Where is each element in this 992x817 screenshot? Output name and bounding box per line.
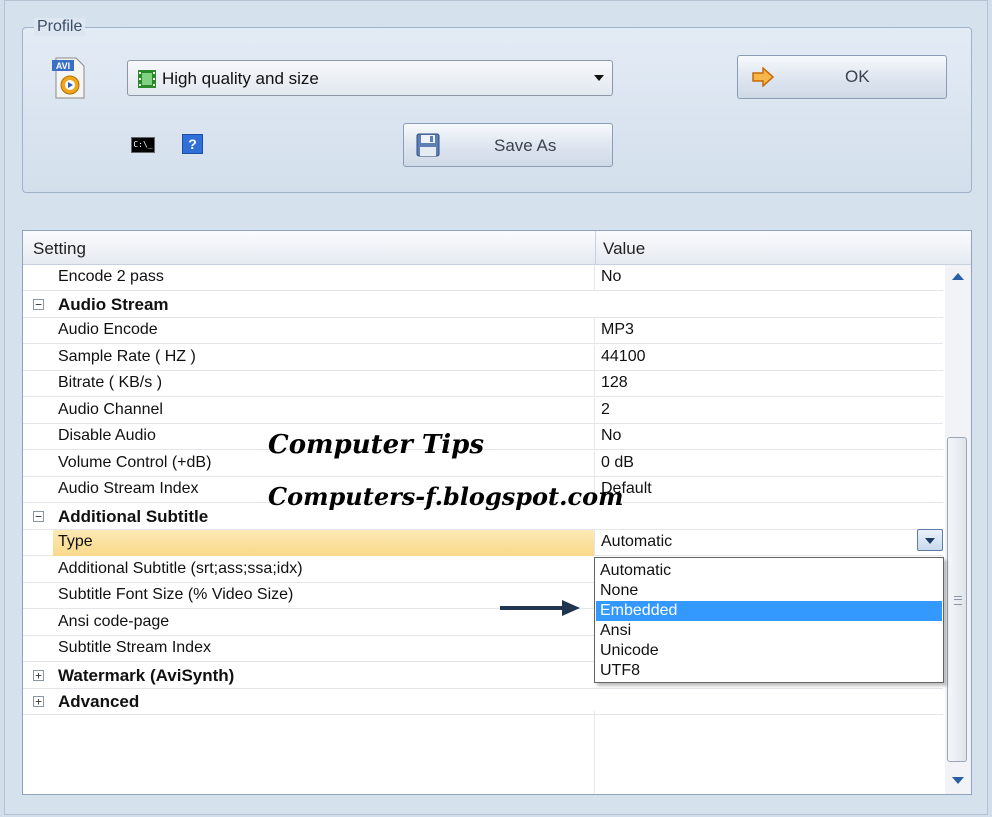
chevron-down-icon [925,538,935,544]
setting-name: Type [58,533,93,550]
watermark-title: Computer Tips [268,430,484,460]
setting-name: Audio Stream Index [58,480,199,497]
watermark-url: Computers-f.blogspot.com [268,482,624,511]
category-label: Audio Stream [58,294,169,314]
column-divider [594,424,595,450]
dropdown-option[interactable]: None [596,581,942,601]
setting-name: Bitrate ( KB/s ) [58,374,163,391]
property-row[interactable]: Sample Rate ( HZ ) 44100 [23,344,943,371]
setting-value[interactable]: No [601,268,621,286]
collapse-icon[interactable]: − [33,510,44,522]
category-label: Additional Subtitle [58,506,209,526]
column-divider [594,450,595,477]
property-row[interactable]: Encode 2 pass No [23,265,943,291]
setting-name: Volume Control (+dB) [58,453,212,471]
setting-name: Audio Channel [58,400,163,418]
expand-icon[interactable]: + [33,696,44,707]
setting-value[interactable]: No [601,427,621,445]
setting-value[interactable]: Automatic [601,533,672,551]
avi-file-icon: AVI [52,57,85,99]
ok-button[interactable]: OK [737,55,947,99]
setting-name: Audio Encode [58,321,158,338]
expand-icon[interactable]: + [33,669,44,681]
dropdown-option[interactable]: UTF8 [596,661,942,681]
column-divider [594,530,595,556]
header-splitter[interactable] [595,231,596,264]
dropdown-option[interactable]: Automatic [596,561,942,581]
chevron-down-icon [594,75,604,81]
category-row[interactable]: − Audio Stream [23,292,943,318]
category-row[interactable]: + Advanced [23,689,943,715]
setting-name: Sample Rate ( HZ ) [58,347,196,365]
setting-name: Subtitle Stream Index [58,639,211,656]
setting-value[interactable]: 2 [601,401,610,419]
grip-icon [954,596,962,605]
setting-value[interactable]: 44100 [601,348,646,366]
column-divider [594,344,595,371]
setting-value[interactable]: 128 [601,374,628,392]
save-as-button[interactable]: Save As [403,123,613,167]
selected-row-highlight [53,530,594,556]
setting-name: Ansi code-page [58,612,170,630]
type-dropdown-list: Automatic None Embedded Ansi Unicode UTF8 [594,557,944,683]
property-row[interactable]: Type Automatic [23,530,943,556]
property-grid: Setting Value Encode 2 pass No − Audio Stre… [22,230,972,795]
vertical-scrollbar[interactable] [945,265,971,794]
column-divider [594,318,595,344]
column-divider [594,265,595,291]
setting-value[interactable]: MP3 [601,321,634,339]
film-strip-icon [138,70,156,88]
setting-name: Additional Subtitle (srt;ass;ssa;idx) [58,559,303,577]
type-dropdown-button[interactable] [917,529,943,551]
setting-name: Subtitle Font Size (% Video Size) [58,586,294,603]
property-row[interactable]: Audio Encode MP3 [23,318,943,344]
category-label: Watermark (AviSynth) [58,665,235,685]
svg-text:AVI: AVI [56,61,70,71]
scroll-thumb[interactable] [947,437,967,762]
ok-label: OK [845,67,870,86]
category-label: Advanced [58,692,140,711]
profile-select[interactable]: High quality and size [127,60,613,96]
floppy-disk-icon [416,133,440,157]
grid-header: Setting Value [23,231,971,265]
collapse-icon[interactable]: − [33,298,44,310]
header-setting[interactable]: Setting [33,239,86,259]
setting-name: Disable Audio [58,427,156,444]
column-divider [594,397,595,424]
setting-name: Encode 2 pass [58,268,164,285]
setting-value[interactable]: 0 dB [601,454,634,472]
column-divider [594,711,595,794]
scroll-down-icon[interactable] [952,777,964,784]
orange-arrow-icon [752,67,774,87]
help-icon[interactable]: ? [182,134,203,154]
property-row[interactable]: Audio Channel 2 [23,397,943,424]
annotation-arrow-icon [500,600,580,616]
scroll-up-icon[interactable] [952,273,964,280]
property-row[interactable]: Bitrate ( KB/s ) 128 [23,371,943,397]
dropdown-option[interactable]: Embedded [596,601,942,621]
profile-group [22,27,972,193]
column-divider [594,371,595,397]
command-prompt-icon[interactable]: C:\_ [131,137,155,153]
profile-select-value: High quality and size [162,69,319,88]
dropdown-option[interactable]: Ansi [596,621,942,641]
dropdown-option[interactable]: Unicode [596,641,942,661]
profile-legend: Profile [34,18,86,36]
header-value[interactable]: Value [603,239,645,259]
save-as-label: Save As [494,136,557,155]
